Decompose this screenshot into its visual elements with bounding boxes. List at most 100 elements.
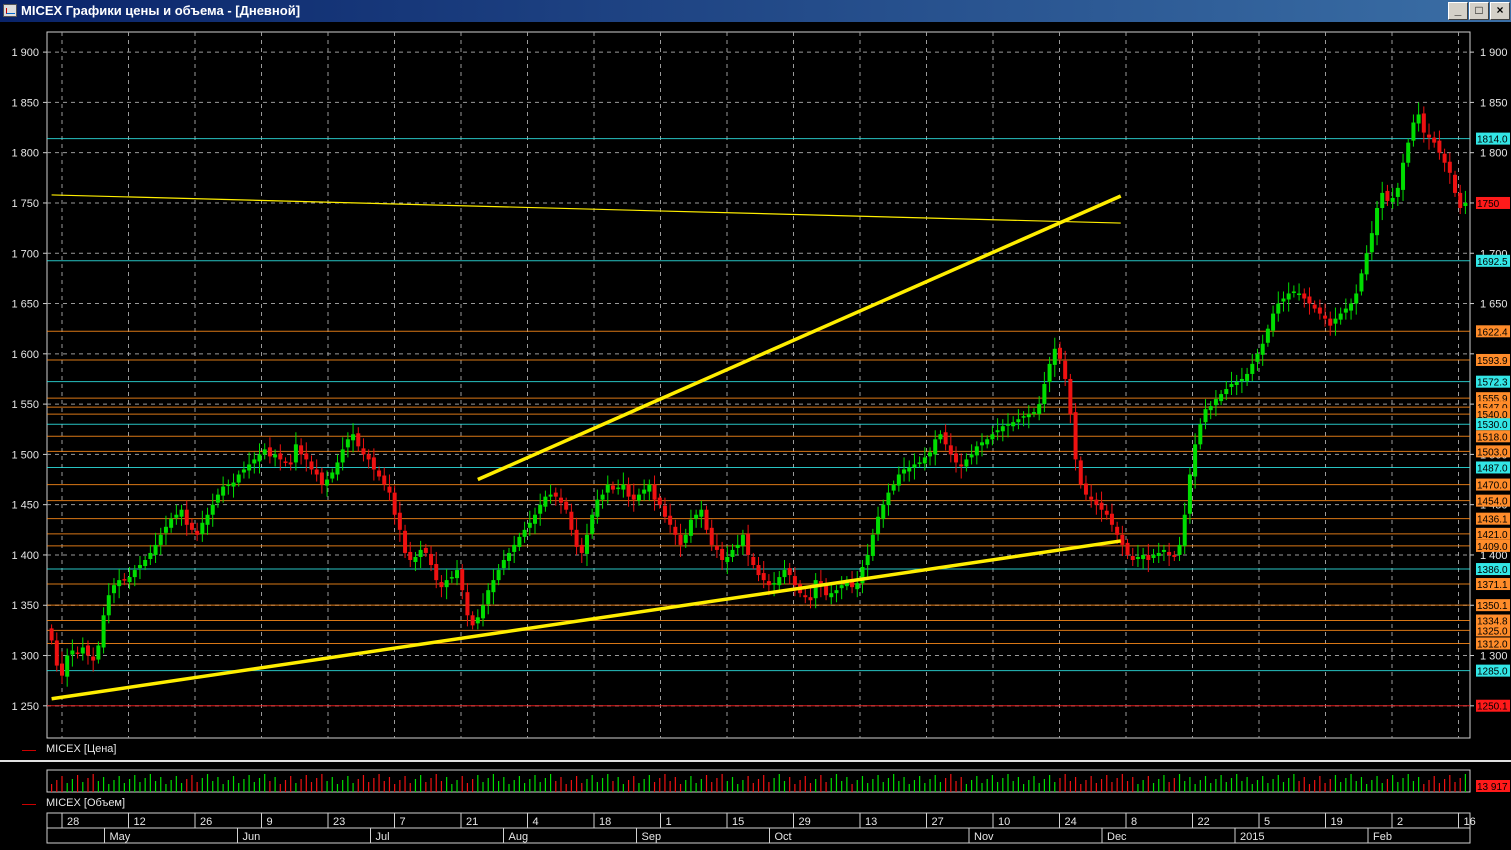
price-panel: 1 9001 9001 8501 8501 8001 8001 7501 750…: [0, 22, 1511, 760]
price-level-label: 1421.0: [1477, 530, 1508, 541]
price-level-label: 1386.0: [1477, 565, 1508, 576]
time-tick-label: 27: [932, 816, 944, 828]
minimize-button[interactable]: _: [1448, 2, 1468, 20]
candle-down: [1302, 293, 1307, 299]
candle-up: [205, 514, 210, 525]
candle-up: [273, 454, 278, 458]
time-tick-label: 13: [865, 816, 877, 828]
time-tick-label: 26: [200, 816, 212, 828]
candle-down: [808, 597, 813, 601]
candle-down: [766, 581, 771, 586]
candle-down: [1115, 526, 1120, 535]
time-axis[interactable]: 28 12 26 9 23 7 21 4 18 1 15 29 13 27 10 24 8 22 5 19 2 16 May…: [0, 812, 1511, 845]
candle-up: [1198, 424, 1203, 445]
candle-up: [616, 487, 621, 490]
candle-down: [803, 595, 808, 598]
candle-up: [995, 430, 1000, 433]
y-tick-label-left: 1 900: [11, 47, 39, 59]
candle-up: [636, 494, 641, 501]
candle-up: [595, 499, 600, 517]
month-label: 2015: [1240, 831, 1264, 843]
candle-up: [584, 534, 589, 554]
candle-up: [413, 556, 418, 563]
candle-up: [865, 554, 870, 566]
month-label: Nov: [974, 831, 994, 843]
candle-down: [1120, 534, 1125, 545]
price-level-label: 1622.4: [1477, 327, 1508, 338]
candle-up: [293, 444, 298, 463]
candle-up: [1349, 303, 1354, 311]
plot-frame: [46, 31, 1471, 739]
price-level-label: 1409.0: [1477, 542, 1508, 553]
time-tick-label: 29: [799, 816, 811, 828]
candle-up: [886, 492, 891, 505]
candle-down: [387, 486, 392, 493]
candle-up: [902, 469, 907, 474]
candle-up: [1219, 394, 1224, 402]
candle-down: [309, 461, 314, 470]
price-level-label: 1454.0: [1477, 497, 1508, 508]
candle-up: [1005, 424, 1010, 426]
candle-up: [590, 514, 595, 534]
price-level-label: 1470.0: [1477, 481, 1508, 492]
time-tick-label: 19: [1331, 816, 1343, 828]
candle-up: [1052, 348, 1057, 365]
candle-up: [1208, 406, 1213, 411]
close-button[interactable]: ×: [1490, 2, 1510, 20]
candle-down: [761, 573, 766, 581]
candle-up: [1224, 389, 1229, 395]
candle-up: [1364, 253, 1369, 275]
candle-up: [262, 449, 267, 455]
y-tick-label-left: 1 450: [11, 500, 39, 512]
candle-up: [1260, 343, 1265, 355]
y-tick-label-left: 1 600: [11, 349, 39, 361]
price-level-label: 1503.0: [1477, 447, 1508, 458]
candle-up: [1354, 293, 1359, 304]
y-tick-label-right: 1 800: [1480, 148, 1508, 160]
candle-up: [964, 459, 969, 467]
candle-up: [163, 526, 168, 533]
volume-chart[interactable]: 13 917: [0, 764, 1511, 800]
candle-up: [486, 590, 491, 605]
candle-up: [127, 577, 132, 583]
candle-up: [481, 605, 486, 619]
candle-up: [1177, 544, 1182, 555]
maximize-button[interactable]: □: [1469, 2, 1489, 20]
month-label: Jun: [243, 831, 261, 843]
price-legend-label: MICEX [Цена]: [46, 743, 117, 755]
candle-down: [756, 565, 761, 576]
title-bar: MICEX Графики цены и объема - [Дневной] …: [0, 0, 1511, 22]
price-chart[interactable]: 1 9001 9001 8501 8501 8001 8001 7501 750…: [0, 22, 1511, 760]
candle-down: [189, 522, 194, 530]
candle-up: [148, 552, 153, 559]
candle-down: [1125, 542, 1130, 555]
candle-up: [111, 585, 116, 594]
candle-up: [1343, 308, 1348, 313]
candle-down: [184, 509, 189, 525]
volume-panel: 13 917 MICEX [Объем]: [0, 764, 1511, 812]
candle-up: [210, 504, 215, 515]
candle-down: [746, 533, 751, 555]
candle-down: [954, 453, 959, 463]
candle-up: [772, 583, 777, 585]
candle-up: [1182, 514, 1187, 546]
candle-up: [226, 484, 231, 487]
candle-down: [959, 464, 964, 467]
time-tick-label: 10: [998, 816, 1010, 828]
price-level-label: 1487.0: [1477, 463, 1508, 474]
candle-down: [553, 492, 558, 497]
candle-up: [1333, 318, 1338, 324]
candle-up: [891, 484, 896, 491]
panel-separator[interactable]: [0, 760, 1511, 762]
candle-up: [137, 565, 142, 569]
y-tick-label-left: 1 500: [11, 449, 39, 461]
candle-up: [922, 457, 927, 464]
app-icon: [3, 4, 17, 17]
candle-down: [704, 509, 709, 530]
candle-up: [1011, 422, 1016, 427]
price-level-label: 1285.0: [1477, 667, 1508, 678]
y-tick-label-left: 1 650: [11, 299, 39, 311]
candle-down: [569, 511, 574, 530]
candle-up: [1203, 409, 1208, 423]
candle-up: [1359, 273, 1364, 292]
